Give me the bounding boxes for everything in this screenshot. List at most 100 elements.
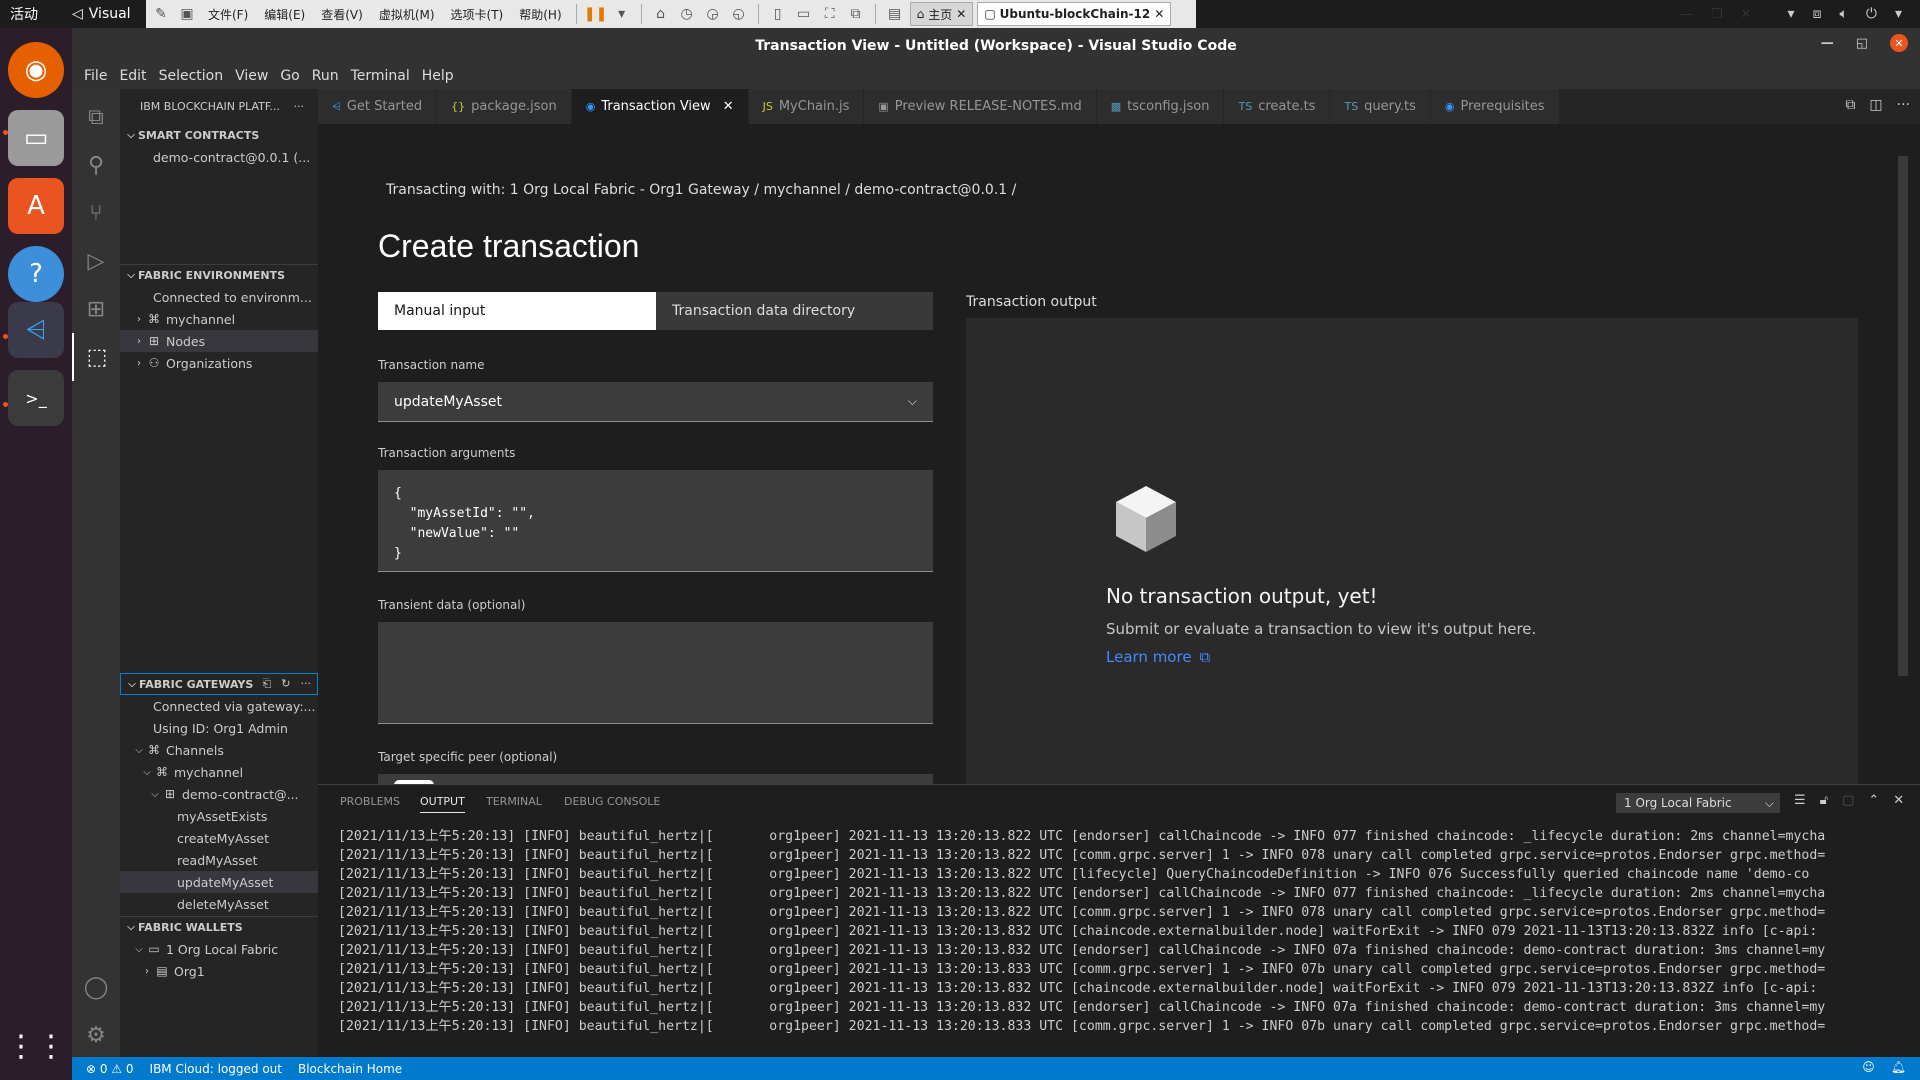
tree-item-wallet[interactable]: ⌵ ▭ 1 Org Local Fabric: [120, 938, 318, 960]
blockchain-icon[interactable]: ⬚: [72, 333, 120, 381]
blockchain-home-link[interactable]: Blockchain Home: [298, 1062, 402, 1076]
console-view-icon[interactable]: ▤: [884, 3, 906, 25]
tab-transaction-data-directory[interactable]: Transaction data directory: [656, 292, 933, 330]
thumbnail-icon[interactable]: ▭: [793, 3, 815, 25]
learn-more-link[interactable]: Learn more ⧉: [1106, 648, 1210, 666]
tab-get-started[interactable]: ⩤ Get Started: [318, 89, 438, 124]
tree-item-gateway-contract[interactable]: ⌵ ⊞ demo-contract@...: [120, 783, 318, 805]
close-icon[interactable]: ✕: [1893, 793, 1904, 808]
tree-item-transaction[interactable]: myAssetExists: [120, 805, 318, 827]
snapshot-revert-icon[interactable]: ◶: [702, 3, 724, 25]
close-icon[interactable]: ✕: [1890, 34, 1908, 52]
tab-tsconfig[interactable]: ▩ tsconfig.json: [1096, 89, 1225, 124]
menu-go[interactable]: Go: [274, 68, 305, 84]
close-icon[interactable]: ✕: [956, 7, 966, 21]
more-icon[interactable]: ···: [294, 100, 305, 113]
vm-menu-file[interactable]: 文件(F): [202, 6, 254, 23]
panel-tab-output[interactable]: OUTPUT: [420, 795, 465, 813]
notifications-icon[interactable]: 🔔︎: [1891, 1060, 1906, 1074]
section-smart-contracts[interactable]: ⌵ SMART CONTRACTS: [120, 124, 318, 146]
vm-menu-help[interactable]: 帮助(H): [513, 6, 567, 23]
tree-item-transaction-selected[interactable]: updateMyAsset: [120, 871, 318, 893]
lock-icon[interactable]: 🔓︎: [1820, 793, 1828, 808]
minimize-icon[interactable]: —: [1680, 7, 1693, 22]
software-center-icon[interactable]: A: [8, 178, 64, 234]
section-fabric-environments[interactable]: ⌵ FABRIC ENVIRONMENTS: [120, 264, 318, 286]
tree-item-connected[interactable]: Connected to environm...: [120, 286, 318, 308]
tree-item-channels[interactable]: ⌵ ⌘ Channels: [120, 739, 318, 761]
network-icon[interactable]: ⌂: [650, 3, 672, 25]
tree-item-org1[interactable]: › ▤ Org1: [120, 960, 318, 982]
panel-tab-problems[interactable]: PROBLEMS: [340, 795, 400, 808]
menu-edit[interactable]: Edit: [113, 68, 152, 84]
vm-tab-home[interactable]: ⌂ 主页 ✕: [909, 2, 974, 26]
transient-data-input[interactable]: [378, 622, 933, 724]
files-icon[interactable]: ▭: [8, 110, 64, 166]
menu-view[interactable]: View: [229, 68, 274, 84]
gear-icon[interactable]: ⚙: [72, 1011, 120, 1059]
panel-tab-debug-console[interactable]: DEBUG CONSOLE: [564, 795, 660, 808]
tree-item-gateway-mychannel[interactable]: ⌵ ⌘ mychannel: [120, 761, 318, 783]
transaction-name-select[interactable]: updateMyAsset ⌵: [378, 382, 933, 422]
section-fabric-gateways[interactable]: ⌵ FABRIC GATEWAYS ⎗ ↻ ···: [120, 673, 318, 695]
tree-item-using-id[interactable]: Using ID: Org1 Admin: [120, 717, 318, 739]
tree-item-gateway-connected[interactable]: Connected via gateway:...: [120, 695, 318, 717]
section-fabric-wallets[interactable]: ⌵ FABRIC WALLETS: [120, 916, 318, 938]
tree-item-transaction[interactable]: createMyAsset: [120, 827, 318, 849]
source-control-icon[interactable]: ⑂: [72, 189, 120, 237]
open-log-icon[interactable]: ▢: [1842, 793, 1854, 808]
open-preview-icon[interactable]: ⧉: [1845, 97, 1855, 113]
extensions-icon[interactable]: ⊞: [72, 285, 120, 333]
menu-file[interactable]: File: [78, 68, 113, 84]
chevron-down-icon[interactable]: ▾: [1895, 6, 1902, 22]
active-app-indicator[interactable]: ◁ Visual: [72, 6, 148, 22]
vm-menu-vm[interactable]: 虚拟机(M): [373, 6, 441, 23]
close-icon[interactable]: ✕: [1154, 7, 1164, 21]
tab-query-ts[interactable]: TS query.ts: [1330, 89, 1431, 124]
more-icon[interactable]: ···: [1897, 97, 1910, 113]
fullscreen-icon[interactable]: ⛶: [819, 3, 841, 25]
vm-menu-view[interactable]: 查看(V): [315, 6, 369, 23]
tab-prerequisites[interactable]: ◉ Prerequisites: [1430, 89, 1560, 124]
help-icon[interactable]: ?: [8, 246, 64, 302]
power-icon[interactable]: ⏻: [1866, 6, 1877, 22]
split-editor-icon[interactable]: ◫: [1869, 97, 1882, 113]
restore-icon[interactable]: ❐: [1711, 7, 1723, 22]
tab-package-json[interactable]: {} package.json: [437, 89, 572, 124]
pause-icon[interactable]: ❚❚: [584, 3, 607, 25]
volume-icon[interactable]: 🔈︎: [1839, 6, 1847, 22]
vm-menu-tabs[interactable]: 选项卡(T): [445, 6, 510, 23]
menu-terminal[interactable]: Terminal: [345, 68, 416, 84]
run-debug-icon[interactable]: ▷: [72, 237, 120, 285]
network-icon[interactable]: ⧈: [1813, 6, 1822, 22]
tab-preview-release-notes[interactable]: ▣ Preview RELEASE-NOTES.md: [864, 89, 1097, 124]
terminal-icon[interactable]: >_: [8, 370, 64, 426]
show-apps-icon[interactable]: ⋮⋮: [6, 1018, 66, 1074]
explorer-icon[interactable]: ⧉: [72, 93, 120, 141]
add-gateway-icon[interactable]: ⎗: [262, 677, 271, 691]
menu-selection[interactable]: Selection: [153, 68, 230, 84]
more-icon[interactable]: ···: [301, 677, 312, 691]
snapshot-manager-icon[interactable]: ◵: [728, 3, 750, 25]
minimize-icon[interactable]: —: [1821, 36, 1834, 51]
unity-icon[interactable]: ⧉: [845, 3, 867, 25]
tree-item-nodes[interactable]: › ⊞ Nodes: [120, 330, 318, 352]
vscode-icon[interactable]: ⩤: [8, 302, 64, 358]
search-icon[interactable]: ⚲: [72, 141, 120, 189]
dropdown-icon[interactable]: ▾: [611, 3, 633, 25]
tree-item-transaction[interactable]: readMyAsset: [120, 849, 318, 871]
problems-status[interactable]: ⊗ 0 ⚠ 0: [86, 1062, 134, 1076]
account-icon[interactable]: ◯: [72, 963, 120, 1011]
tab-mychain-js[interactable]: JS MyChain.js: [748, 89, 865, 124]
editor-scrollbar[interactable]: [1898, 156, 1908, 676]
tab-transaction-view[interactable]: ◉ Transaction View ✕: [571, 89, 749, 124]
maximize-icon[interactable]: ◱: [1856, 36, 1868, 51]
tree-item-organizations[interactable]: › ⚇ Organizations: [120, 352, 318, 374]
close-icon[interactable]: ✕: [1741, 7, 1752, 22]
firefox-icon[interactable]: ◉: [8, 42, 64, 98]
menu-help[interactable]: Help: [416, 68, 460, 84]
tree-item-transaction[interactable]: deleteMyAsset: [120, 893, 318, 915]
dropdown-icon[interactable]: ▾: [1788, 6, 1795, 22]
output-channel-select[interactable]: 1 Org Local Fabric ⌵: [1616, 793, 1780, 813]
snapshot-icon[interactable]: ◷: [676, 3, 698, 25]
